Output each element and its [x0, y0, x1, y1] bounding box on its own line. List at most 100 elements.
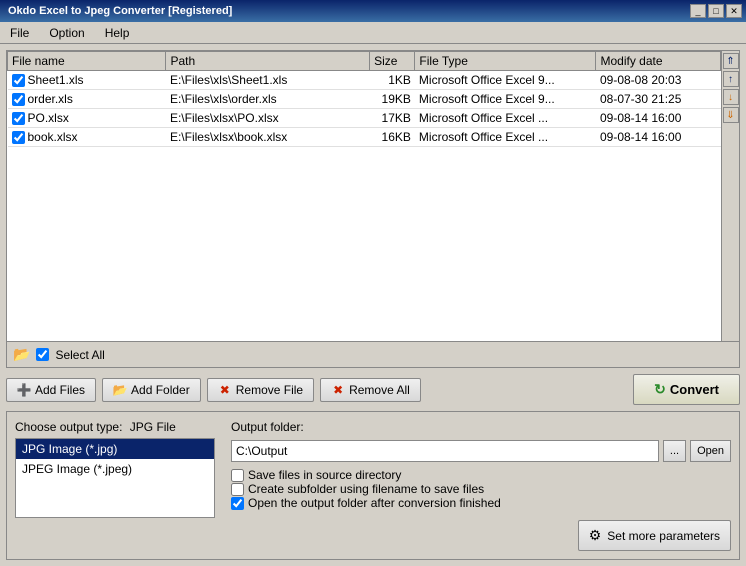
option-label-0[interactable]: Save files in source directory [248, 468, 401, 482]
format-list[interactable]: JPG Image (*.jpg)JPEG Image (*.jpeg) [15, 438, 215, 518]
open-button[interactable]: Open [690, 440, 731, 462]
cell-path-1: E:\Files\xls\order.xls [166, 90, 370, 109]
convert-button[interactable]: ↻ Convert [633, 374, 740, 405]
cell-type-1: Microsoft Office Excel 9... [415, 90, 596, 109]
upload-icon: 📂 [13, 346, 30, 363]
remove-all-label: Remove All [349, 383, 410, 397]
table-row: order.xls E:\Files\xls\order.xls 19KB Mi… [8, 90, 721, 109]
maximize-button[interactable]: □ [708, 4, 724, 18]
option-row-2: Open the output folder after conversion … [231, 496, 731, 510]
file-list-container: File name Path Size File Type Modify dat… [6, 50, 740, 368]
format-item-1[interactable]: JPEG Image (*.jpeg) [16, 459, 214, 479]
convert-icon: ↻ [654, 381, 666, 398]
table-row: PO.xlsx E:\Files\xlsx\PO.xlsx 17KB Micro… [8, 109, 721, 128]
option-label-2[interactable]: Open the output folder after conversion … [248, 496, 501, 510]
file-table: File name Path Size File Type Modify dat… [7, 51, 721, 147]
browse-button[interactable]: ... [663, 440, 686, 462]
file-table-body: Sheet1.xls E:\Files\xls\Sheet1.xls 1KB M… [8, 71, 721, 147]
row-checkbox-2[interactable] [12, 112, 25, 125]
action-buttons-row: ➕ Add Files 📂 Add Folder ✖ Remove File ✖… [6, 372, 740, 407]
cell-type-0: Microsoft Office Excel 9... [415, 71, 596, 90]
header-path: Path [166, 52, 370, 71]
cell-path-0: E:\Files\xls\Sheet1.xls [166, 71, 370, 90]
add-files-button[interactable]: ➕ Add Files [6, 378, 96, 402]
window-title: Okdo Excel to Jpeg Converter [Registered… [4, 5, 232, 17]
cell-date-0: 09-08-08 20:03 [596, 71, 721, 90]
remove-file-icon: ✖ [218, 383, 232, 397]
add-folder-label: Add Folder [131, 383, 190, 397]
params-label: Set more parameters [607, 529, 720, 543]
option-checkbox-2[interactable] [231, 497, 244, 510]
remove-all-icon: ✖ [331, 383, 345, 397]
output-folder-input[interactable] [231, 440, 659, 462]
table-row: Sheet1.xls E:\Files\xls\Sheet1.xls 1KB M… [8, 71, 721, 90]
header-modifydate: Modify date [596, 52, 721, 71]
remove-file-label: Remove File [236, 383, 303, 397]
output-folder-label: Output folder: [231, 420, 731, 434]
remove-all-button[interactable]: ✖ Remove All [320, 378, 421, 402]
option-label-1[interactable]: Create subfolder using filename to save … [248, 482, 484, 496]
header-filetype: File Type [415, 52, 596, 71]
minimize-button[interactable]: _ [690, 4, 706, 18]
cell-size-3: 16KB [370, 128, 415, 147]
cell-date-3: 09-08-14 16:00 [596, 128, 721, 147]
select-all-row: 📂 Select All [7, 341, 739, 367]
menu-help[interactable]: Help [99, 24, 136, 42]
cell-date-2: 09-08-14 16:00 [596, 109, 721, 128]
add-folder-icon: 📂 [113, 383, 127, 397]
select-all-label[interactable]: Select All [55, 348, 104, 362]
cell-date-1: 08-07-30 21:25 [596, 90, 721, 109]
cell-filename-2: PO.xlsx [8, 109, 166, 128]
gear-icon: ⚙ [589, 527, 602, 544]
row-checkbox-0[interactable] [12, 74, 25, 87]
add-files-label: Add Files [35, 383, 85, 397]
header-size: Size [370, 52, 415, 71]
add-files-icon: ➕ [17, 383, 31, 397]
options-container: Save files in source directory Create su… [231, 468, 731, 510]
row-checkbox-1[interactable] [12, 93, 25, 106]
cell-type-3: Microsoft Office Excel ... [415, 128, 596, 147]
set-more-parameters-button[interactable]: ⚙ Set more parameters [578, 520, 731, 551]
cell-size-0: 1KB [370, 71, 415, 90]
format-item-0[interactable]: JPG Image (*.jpg) [16, 439, 214, 459]
close-button[interactable]: ✕ [726, 4, 742, 18]
option-row-1: Create subfolder using filename to save … [231, 482, 731, 496]
table-header-row: File name Path Size File Type Modify dat… [8, 52, 721, 71]
title-bar: Okdo Excel to Jpeg Converter [Registered… [0, 0, 746, 22]
select-all-checkbox[interactable] [36, 348, 49, 361]
cell-filename-0: Sheet1.xls [8, 71, 166, 90]
arrow-up-button[interactable]: ↑ [723, 71, 739, 87]
menu-option[interactable]: Option [43, 24, 90, 42]
arrow-down-button[interactable]: ↓ [723, 89, 739, 105]
menu-file[interactable]: File [4, 24, 35, 42]
cell-size-2: 17KB [370, 109, 415, 128]
cell-type-2: Microsoft Office Excel ... [415, 109, 596, 128]
cell-filename-3: book.xlsx [8, 128, 166, 147]
arrow-bottom-button[interactable]: ⇓ [723, 107, 739, 123]
cell-size-1: 19KB [370, 90, 415, 109]
side-arrows: ⇑ ↑ ↓ ⇓ [721, 51, 739, 341]
list-wrapper: File name Path Size File Type Modify dat… [7, 51, 739, 341]
add-folder-button[interactable]: 📂 Add Folder [102, 378, 201, 402]
row-checkbox-3[interactable] [12, 131, 25, 144]
remove-file-button[interactable]: ✖ Remove File [207, 378, 314, 402]
output-type-current: JPG File [130, 420, 176, 434]
convert-label: Convert [670, 382, 719, 397]
menu-bar: File Option Help [0, 22, 746, 44]
header-filename: File name [8, 52, 166, 71]
window-controls: _ □ ✕ [690, 4, 742, 18]
output-type-panel: Choose output type: JPG File JPG Image (… [15, 420, 215, 551]
cell-path-3: E:\Files\xlsx\book.xlsx [166, 128, 370, 147]
bottom-section: Choose output type: JPG File JPG Image (… [6, 411, 740, 560]
cell-filename-1: order.xls [8, 90, 166, 109]
cell-path-2: E:\Files\xlsx\PO.xlsx [166, 109, 370, 128]
folder-row: ... Open [231, 440, 731, 462]
arrow-top-button[interactable]: ⇑ [723, 53, 739, 69]
option-checkbox-0[interactable] [231, 469, 244, 482]
output-type-label: Choose output type: JPG File [15, 420, 215, 434]
option-row-0: Save files in source directory [231, 468, 731, 482]
table-row: book.xlsx E:\Files\xlsx\book.xlsx 16KB M… [8, 128, 721, 147]
main-content: File name Path Size File Type Modify dat… [0, 44, 746, 566]
table-scroll[interactable]: File name Path Size File Type Modify dat… [7, 51, 721, 341]
option-checkbox-1[interactable] [231, 483, 244, 496]
